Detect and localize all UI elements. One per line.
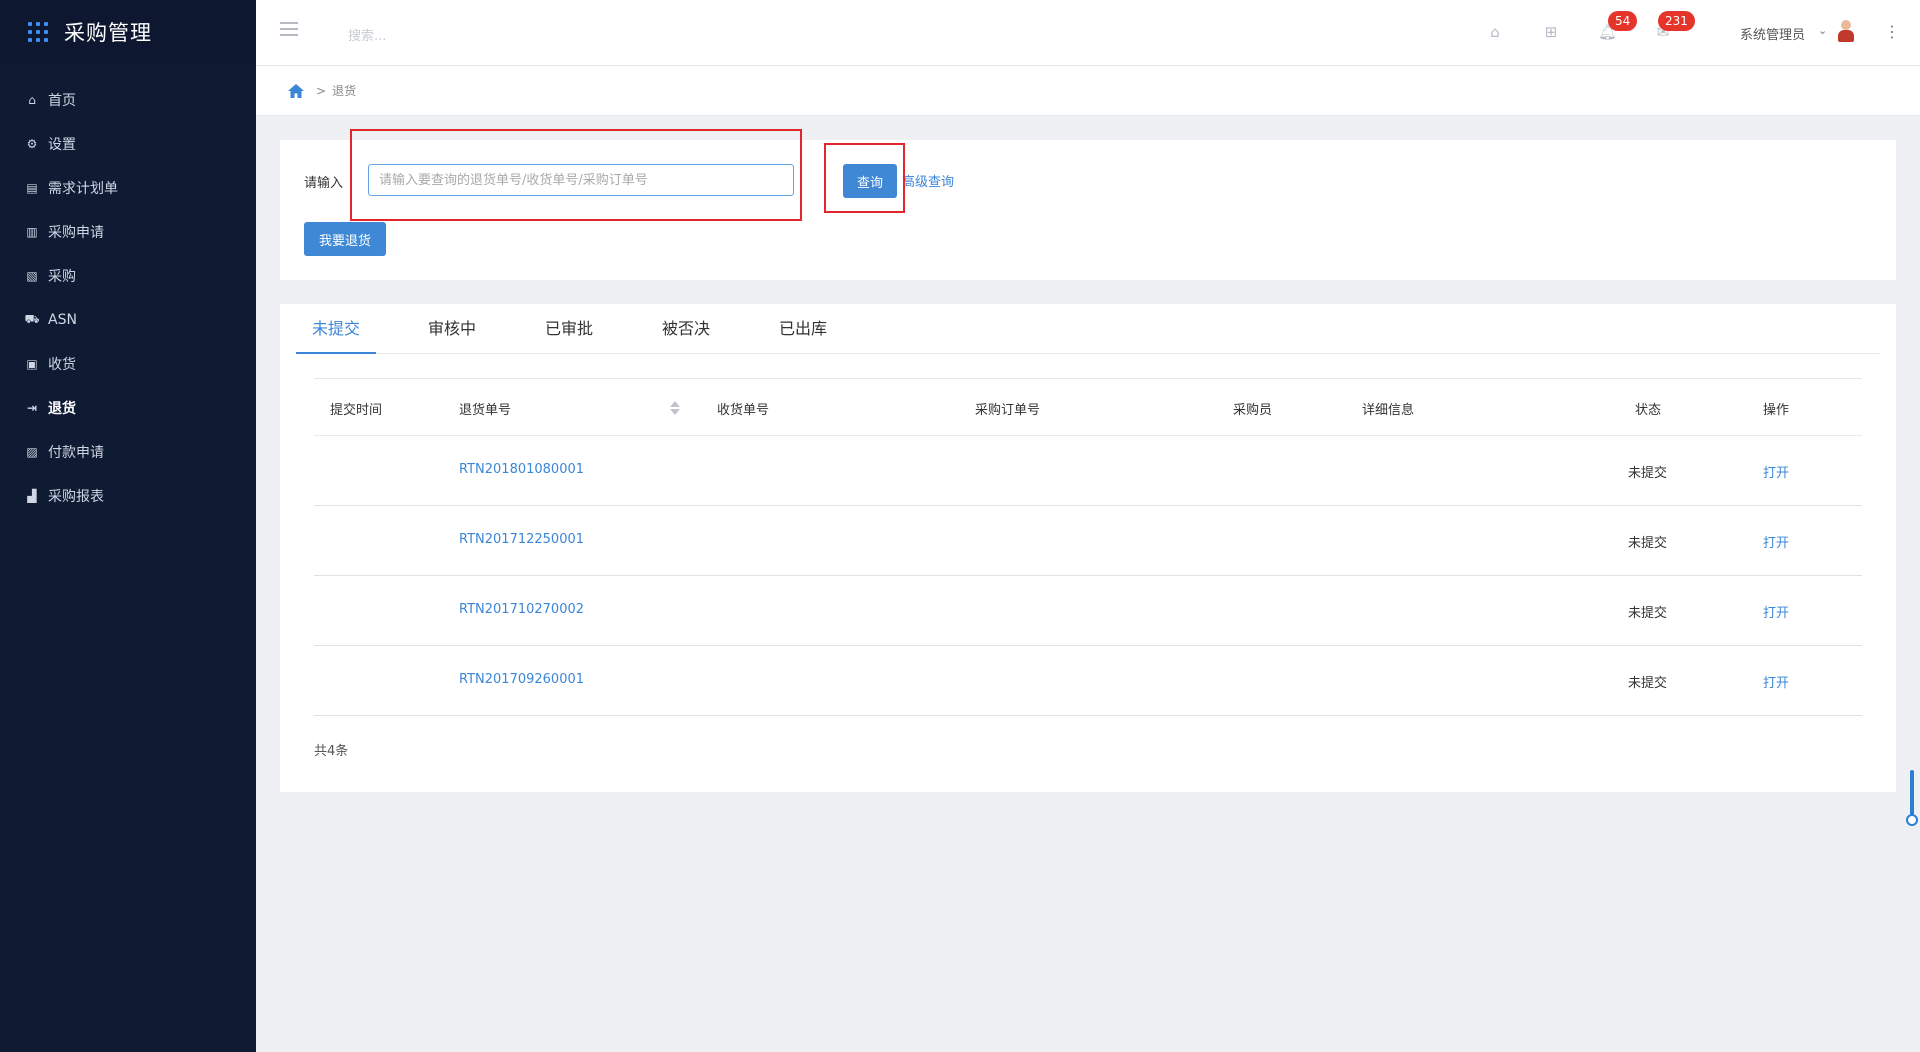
col-return-no[interactable]: 退货单号 [459, 399, 511, 418]
table-row: RTN201709260001 未提交 打开 [314, 646, 1862, 716]
col-detail: 详细信息 [1362, 403, 1415, 418]
sidebar-item-receiving[interactable]: ▣ 收货 [0, 342, 256, 386]
return-search-input[interactable] [368, 164, 794, 196]
cell-status: 未提交 [1628, 676, 1668, 691]
sidebar-item-label: 需求计划单 [48, 181, 118, 197]
notification-badge: 54 [1608, 11, 1638, 31]
cell-return-no-link[interactable]: RTN201710270002 [459, 602, 584, 617]
col-status: 状态 [1635, 403, 1662, 418]
cell-return-no-link[interactable]: RTN201801080001 [459, 462, 584, 477]
message-badge: 231 [1658, 11, 1695, 31]
payment-icon: ▨ [26, 445, 38, 459]
sidebar-item-settings[interactable]: ⚙ 设置 [0, 122, 256, 166]
tab-rejected[interactable]: 被否决 [646, 304, 726, 354]
scroll-indicator[interactable] [1910, 770, 1914, 820]
sidebar-item-home[interactable]: ⌂ 首页 [0, 78, 256, 122]
return-list-panel: 未提交 审核中 已审批 被否决 已出库 提交时间 退货单号 收货单号 采购订单号… [280, 304, 1896, 792]
cell-status: 未提交 [1628, 606, 1668, 621]
search-panel: 请输入 查询 高级查询 我要退货 [280, 140, 1896, 280]
sidebar-item-purchase-request[interactable]: ▥ 采购申请 [0, 210, 256, 254]
col-receipt-no: 收货单号 [717, 403, 770, 418]
top-bar: 搜索... ⌂ ⊞ 🔔︎ 54 ✉ 231 系统管理员 ⌄ ⋮ [256, 0, 1920, 66]
sort-icon[interactable] [670, 401, 680, 417]
search-label: 请输入 [304, 176, 344, 191]
truck-icon: ⛟ [24, 312, 40, 326]
sidebar: 采购管理 ⌂ 首页 ⚙ 设置 ▤ 需求计划单 ▥ 采购申请 ▧ 采购 ⛟ ASN… [0, 0, 256, 1052]
new-return-button[interactable]: 我要退货 [304, 222, 386, 256]
breadcrumb-current: 退货 [332, 84, 357, 98]
sidebar-item-label: 收货 [48, 357, 76, 373]
tab-in-review[interactable]: 审核中 [412, 304, 492, 354]
global-search-input[interactable]: 搜索... [348, 25, 386, 44]
sidebar-item-label: 设置 [48, 137, 76, 153]
open-link[interactable]: 打开 [1763, 532, 1789, 551]
total-count: 共4条 [314, 744, 349, 759]
menu-toggle-icon[interactable] [280, 22, 298, 40]
sidebar-item-return[interactable]: ⇥ 退货 [0, 386, 256, 430]
col-po-no: 采购订单号 [975, 403, 1041, 418]
sidebar-item-purchase-report[interactable]: ▟ 采购报表 [0, 474, 256, 518]
inbox-icon: ▣ [26, 357, 38, 371]
sidebar-item-label: 退货 [48, 401, 76, 417]
cell-return-no-link[interactable]: RTN201709260001 [459, 672, 584, 687]
table-row: RTN201801080001 未提交 打开 [314, 436, 1862, 506]
sidebar-item-label: 采购申请 [48, 225, 104, 241]
cell-status: 未提交 [1628, 536, 1668, 551]
scroll-handle[interactable] [1906, 814, 1918, 826]
document-icon: ▤ [26, 181, 38, 195]
sidebar-item-label: 首页 [48, 93, 76, 109]
sidebar-item-asn[interactable]: ⛟ ASN [0, 298, 256, 342]
more-vertical-icon[interactable]: ⋮ [1884, 22, 1900, 41]
breadcrumb-home-icon[interactable] [288, 83, 304, 98]
form-icon: ▥ [26, 225, 38, 239]
query-button[interactable]: 查询 [843, 164, 897, 198]
sidebar-item-payment-request[interactable]: ▨ 付款申请 [0, 430, 256, 474]
return-table: 提交时间 退货单号 收货单号 采购订单号 采购员 详细信息 状态 操作 RTN2… [314, 378, 1862, 716]
table-header: 提交时间 退货单号 收货单号 采购订单号 采购员 详细信息 状态 操作 [314, 378, 1862, 436]
home-icon[interactable]: ⌂ [1486, 23, 1504, 41]
user-menu[interactable]: 系统管理员 [1740, 24, 1805, 43]
home-icon: ⌂ [28, 93, 36, 107]
gear-icon: ⚙ [26, 137, 38, 151]
cell-status: 未提交 [1628, 466, 1668, 481]
app-grid-icon [28, 22, 48, 42]
col-submit-time: 提交时间 [330, 403, 383, 418]
open-link[interactable]: 打开 [1763, 462, 1789, 481]
sidebar-item-label: 付款申请 [48, 445, 104, 461]
bar-chart-icon: ▟ [27, 489, 37, 503]
tab-approved[interactable]: 已审批 [529, 304, 609, 354]
col-action: 操作 [1763, 403, 1790, 418]
avatar[interactable] [1838, 20, 1854, 42]
sidebar-item-demand-plan[interactable]: ▤ 需求计划单 [0, 166, 256, 210]
sidebar-item-label: ASN [48, 312, 77, 328]
breadcrumb: > 退货 [256, 66, 1920, 116]
advanced-search-link[interactable]: 高级查询 [902, 171, 954, 190]
table-row: RTN201712250001 未提交 打开 [314, 506, 1862, 576]
breadcrumb-separator: > [316, 83, 327, 98]
open-link[interactable]: 打开 [1763, 672, 1789, 691]
cell-return-no-link[interactable]: RTN201712250001 [459, 532, 584, 547]
col-buyer: 采购员 [1233, 403, 1273, 418]
status-tabs: 未提交 审核中 已审批 被否决 已出库 [296, 304, 1880, 354]
cart-doc-icon: ▧ [26, 269, 38, 283]
brand[interactable]: 采购管理 [0, 0, 256, 64]
apps-grid-icon[interactable]: ⊞ [1542, 23, 1560, 41]
tab-shipped[interactable]: 已出库 [763, 304, 843, 354]
sidebar-item-label: 采购报表 [48, 489, 104, 505]
tab-unsubmitted[interactable]: 未提交 [296, 304, 376, 354]
app-title: 采购管理 [64, 21, 152, 45]
open-link[interactable]: 打开 [1763, 602, 1789, 621]
return-icon: ⇥ [26, 401, 38, 415]
table-row: RTN201710270002 未提交 打开 [314, 576, 1862, 646]
sidebar-item-purchase[interactable]: ▧ 采购 [0, 254, 256, 298]
sidebar-item-label: 采购 [48, 269, 76, 285]
sidebar-nav: ⌂ 首页 ⚙ 设置 ▤ 需求计划单 ▥ 采购申请 ▧ 采购 ⛟ ASN ▣ 收货… [0, 78, 256, 518]
chevron-down-icon[interactable]: ⌄ [1818, 24, 1827, 37]
